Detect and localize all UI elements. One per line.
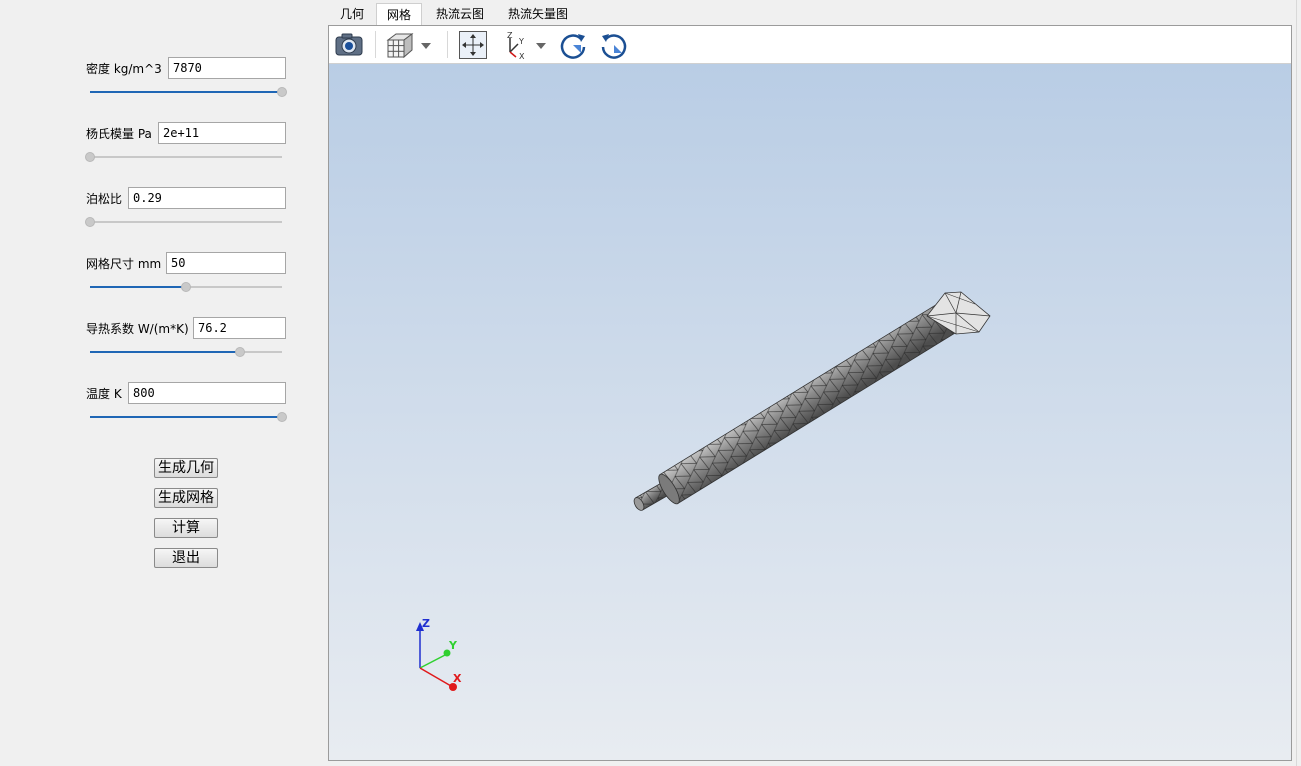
poisson-ratio-slider[interactable] [85,215,282,229]
poisson-ratio-input[interactable]: 0.29 [128,187,286,209]
axes-dropdown-icon[interactable] [534,30,548,60]
mesh-size-slider[interactable] [90,280,282,294]
temperature-label: 温度 K [86,387,122,401]
generate-geometry-button[interactable]: 生成几何 [154,458,218,478]
exit-button[interactable]: 退出 [154,548,218,568]
viewer-toolbar: Z Y X [329,26,1291,64]
thermal-conductivity-slider-handle[interactable] [234,347,245,357]
svg-text:Z: Z [507,31,513,40]
fit-all-icon[interactable] [458,30,488,60]
thermal-conductivity-slider-fill [90,351,240,353]
axis-z-label: Z [422,617,430,630]
svg-text:Y: Y [518,37,524,46]
3d-scene[interactable]: Z Y X [329,64,1291,760]
youngs-modulus-input[interactable]: 2e+11 [158,122,286,144]
viewer-panel: Z Y X Z Y X [328,25,1292,761]
rotate-cw-icon[interactable] [558,30,588,60]
density-slider-handle[interactable] [277,87,287,97]
thermal-conductivity-input[interactable]: 76.2 [193,317,286,339]
mesh-model: Z Y X [416,291,991,691]
mesh-size-slider-handle[interactable] [181,282,191,292]
rotate-ccw-icon[interactable] [599,30,629,60]
view-cube-dropdown-icon[interactable] [419,30,433,60]
mesh-size-slider-fill [90,286,186,288]
tab-heat-flux-vector[interactable]: 热流矢量图 [500,3,576,25]
density-slider[interactable] [90,85,287,99]
youngs-modulus-slider-handle[interactable] [85,152,95,162]
svg-text:X: X [519,52,525,60]
density-slider-fill [90,91,282,93]
tab-geometry[interactable]: 几何 [334,3,370,25]
axis-y-label: Y [448,639,458,652]
temperature-input[interactable]: 800 [128,382,286,404]
temperature-slider-fill [90,416,282,418]
view-cube-icon[interactable] [385,30,415,60]
thermal-conductivity-label: 导热系数 W/(m*K) [86,322,189,336]
axis-x-label: X [453,672,462,685]
temperature-slider[interactable] [90,410,287,424]
poisson-ratio-label: 泊松比 [86,192,123,206]
poisson-ratio-slider-handle[interactable] [85,217,95,227]
thermal-conductivity-slider[interactable] [90,345,282,359]
temperature-slider-handle[interactable] [277,412,287,422]
tab-heat-flux-contour[interactable]: 热流云图 [430,3,490,25]
compute-button[interactable]: 计算 [154,518,218,538]
mesh-size-label: 网格尺寸 mm [86,257,162,271]
axis-triad: Z Y X [416,617,462,691]
youngs-modulus-slider[interactable] [85,150,282,164]
mesh-size-input[interactable]: 50 [166,252,286,274]
generate-mesh-button[interactable]: 生成网格 [154,488,218,508]
camera-icon[interactable] [334,30,364,60]
density-label: 密度 kg/m^3 [86,62,162,76]
axes-triad-icon[interactable]: Z Y X [502,30,532,61]
density-input[interactable]: 7870 [168,57,286,79]
youngs-modulus-label: 杨氏模量 Pa [86,127,152,141]
tab-mesh[interactable]: 网格 [376,3,422,25]
window-edge [1296,0,1297,766]
